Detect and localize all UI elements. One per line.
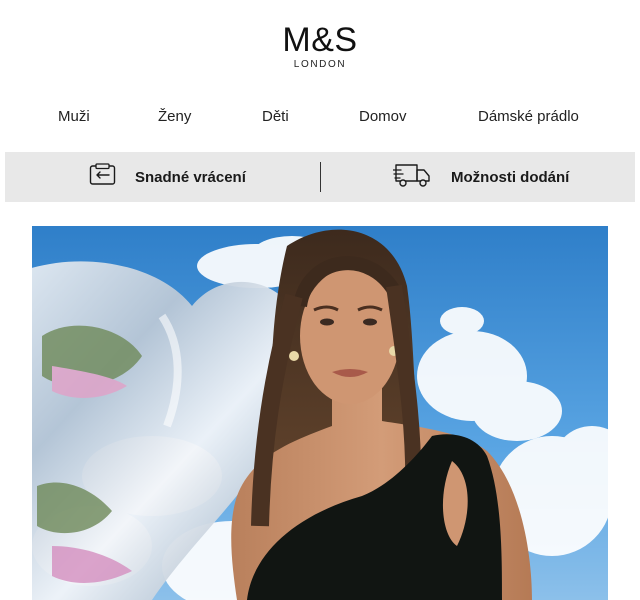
hero-image	[32, 226, 608, 600]
delivery-options-label: Možnosti dodání	[451, 168, 570, 186]
service-divider	[320, 162, 321, 192]
nav-item-kids[interactable]: Děti	[262, 108, 289, 125]
easy-returns-link[interactable]: Snadné vrácení	[89, 152, 246, 202]
nav-item-home[interactable]: Domov	[359, 108, 407, 125]
return-card-icon	[89, 162, 117, 192]
easy-returns-label: Snadné vrácení	[135, 168, 246, 186]
nav-item-women[interactable]: Ženy	[158, 108, 191, 125]
delivery-options-link[interactable]: Možnosti dodání	[392, 152, 570, 202]
logo-subtitle: LONDON	[293, 59, 347, 70]
ms-logo[interactable]: M&S LONDON	[0, 22, 640, 70]
nav-item-lingerie[interactable]: Dámské prádlo	[478, 108, 579, 125]
category-nav: Muži Ženy Děti Domov Dámské prádlo	[0, 108, 640, 130]
nav-item-men[interactable]: Muži	[58, 108, 90, 125]
service-bar: Snadné vrácení Možnosti dodání	[5, 152, 635, 202]
logo-wordmark: M&S	[282, 21, 358, 59]
delivery-truck-icon	[392, 161, 433, 194]
hero-banner[interactable]	[32, 226, 608, 600]
